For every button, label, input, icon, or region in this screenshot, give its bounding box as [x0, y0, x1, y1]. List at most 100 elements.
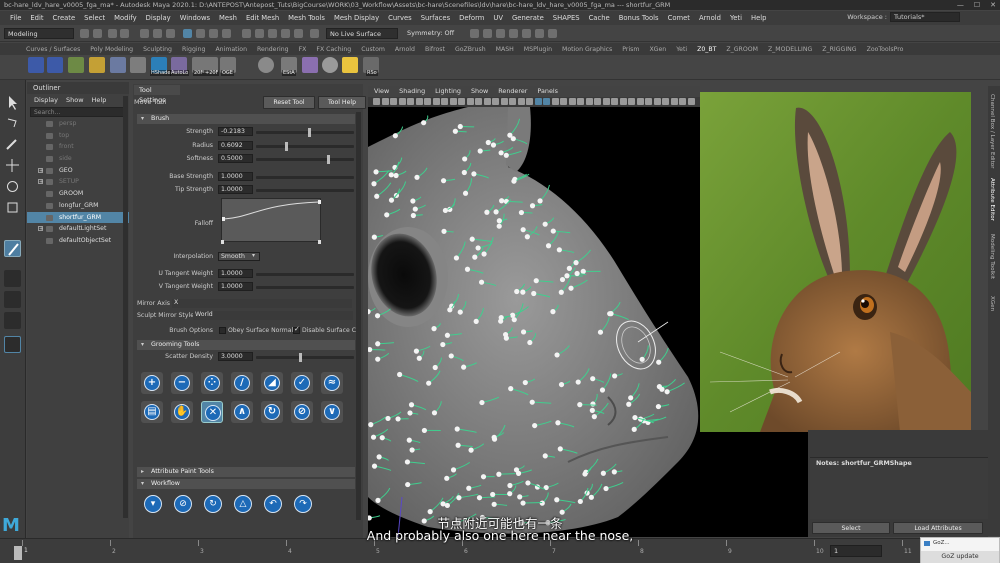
viewport-toolbar-icon[interactable] — [441, 98, 448, 105]
viewport-toolbar-icon[interactable] — [526, 98, 533, 105]
menu-shapes[interactable]: SHAPES — [553, 14, 580, 22]
expand-icon[interactable]: + — [38, 179, 43, 185]
attribute-paint-tools-section-header[interactable]: Attribute Paint Tools — [137, 467, 355, 477]
layout-four-icon[interactable] — [4, 291, 21, 308]
outliner-menu-help[interactable]: Help — [92, 94, 107, 106]
obey-surface-normal-checkbox[interactable] — [219, 327, 226, 334]
move-tool-icon[interactable] — [4, 157, 21, 174]
shelf-tab-yeti[interactable]: Yeti — [676, 44, 687, 55]
strength-slider[interactable] — [256, 128, 354, 137]
menu-create[interactable]: Create — [53, 14, 76, 22]
open-scene-icon[interactable] — [80, 29, 89, 38]
groom-brush-tool-icon[interactable] — [4, 240, 21, 257]
current-frame-field[interactable]: 1 — [830, 545, 882, 557]
minimize-button[interactable]: — — [957, 0, 964, 10]
workflow-section-header[interactable]: Workflow — [137, 479, 355, 489]
ipr-icon[interactable] — [496, 29, 505, 38]
outliner-item[interactable]: shortfur_GRM — [27, 211, 129, 224]
base-strength-field[interactable]: 1.0000 — [218, 172, 253, 181]
groom-tool-button[interactable]: ✕ — [201, 401, 223, 423]
outliner-item[interactable]: + SETUP — [27, 176, 129, 188]
shelf-tab-fx[interactable]: FX — [299, 44, 307, 55]
snap-grid-icon[interactable] — [242, 29, 251, 38]
menu-bonus-tools[interactable]: Bonus Tools — [619, 14, 659, 22]
layout-outliner-icon[interactable] — [4, 336, 21, 353]
viewport-toolbar-icon[interactable] — [594, 98, 601, 105]
menu-windows[interactable]: Windows — [180, 14, 210, 22]
select-object-icon[interactable] — [153, 29, 162, 38]
viewport-toolbar-icon[interactable] — [653, 98, 661, 105]
tip-strength-slider[interactable] — [256, 189, 354, 192]
v-tangent-field[interactable]: 1.0000 — [218, 282, 253, 291]
base-strength-slider[interactable] — [256, 176, 354, 179]
paint-select-icon[interactable] — [4, 136, 21, 153]
menu-yeti[interactable]: Yeti — [730, 14, 742, 22]
viewport-toolbar-icon[interactable] — [687, 98, 695, 105]
outliner-item[interactable]: side — [27, 153, 129, 165]
viewport-menu-show[interactable]: Show — [471, 86, 488, 97]
shelf-tab-motion-graphics[interactable]: Motion Graphics — [562, 44, 612, 55]
save-scene-icon[interactable] — [93, 29, 102, 38]
shelf-tab-z-rigging[interactable]: Z_RIGGING — [822, 44, 856, 55]
shelf-tab-animation[interactable]: Animation — [215, 44, 247, 55]
maximize-button[interactable]: ☐ — [974, 0, 980, 10]
viewport-toolbar-icon[interactable] — [551, 98, 559, 105]
shelf-tab-msplugin[interactable]: MSPlugin — [524, 44, 552, 55]
sphere-shelf-icon[interactable] — [302, 57, 318, 73]
viewport-toolbar-icon[interactable] — [568, 98, 576, 105]
menu-display[interactable]: Display — [146, 14, 171, 22]
menu-edit[interactable]: Edit — [30, 14, 43, 22]
outliner-item[interactable]: defaultObjectSet — [27, 235, 129, 247]
make-live-icon[interactable] — [310, 29, 319, 38]
symmetry-dropdown[interactable]: Symmetry: Off — [404, 28, 464, 39]
side-tab-xgen[interactable]: XGen — [989, 296, 995, 311]
viewport-toolbar-icon[interactable] — [662, 98, 669, 105]
menu-mesh-display[interactable]: Mesh Display — [334, 14, 379, 22]
material-shelf-icon[interactable] — [322, 57, 338, 73]
viewport-toolbar-icon[interactable] — [577, 98, 584, 105]
viewport-toolbar-icon[interactable] — [619, 98, 627, 105]
workflow-tool-icon[interactable]: ↻ — [204, 495, 222, 513]
shelf-tab-prism[interactable]: Prism — [622, 44, 639, 55]
outliner-menu-show[interactable]: Show — [66, 94, 84, 106]
groom-tool-button[interactable]: ↻ — [261, 401, 283, 423]
softness-field[interactable]: 0.5000 — [218, 154, 253, 163]
outliner-item[interactable]: top — [27, 130, 129, 142]
shelf-tab-z-groom[interactable]: Z_GROOM — [726, 44, 758, 55]
viewport-menu-lighting[interactable]: Lighting — [435, 86, 461, 97]
tip-strength-field[interactable]: 1.0000 — [218, 185, 253, 194]
viewport-toolbar-icon[interactable] — [398, 98, 406, 105]
shelf-tab-custom[interactable]: Custom — [361, 44, 385, 55]
falloff-key-start[interactable] — [221, 240, 224, 244]
viewport-toolbar-icon[interactable] — [475, 98, 482, 105]
render-icon[interactable] — [483, 29, 492, 38]
groom-tool-button[interactable]: ▤ — [141, 401, 163, 423]
save-shelf-icon[interactable] — [28, 57, 44, 73]
side-tab-modeling-toolkit[interactable]: Modeling Toolkit — [989, 234, 995, 279]
viewport-toolbar-icon[interactable] — [560, 98, 567, 105]
mirror-style-field[interactable]: World — [193, 311, 353, 320]
timeline-current-frame-marker[interactable] — [14, 546, 22, 560]
light-shelf-icon[interactable] — [342, 57, 358, 73]
expand-icon[interactable]: + — [38, 226, 43, 232]
tool-help-button[interactable]: Tool Help — [318, 96, 366, 109]
viewport-toolbar-icon[interactable] — [679, 98, 686, 105]
menu-mesh[interactable]: Mesh — [219, 14, 237, 22]
menu-file[interactable]: File — [10, 14, 21, 22]
viewport-toolbar-icon[interactable] — [407, 98, 414, 105]
snap-surface-icon[interactable] — [294, 29, 303, 38]
hypershade-icon[interactable] — [522, 29, 531, 38]
menu-mesh-tools[interactable]: Mesh Tools — [288, 14, 325, 22]
shelf-tab-z0-bt[interactable]: Z0_BT — [697, 44, 716, 55]
brush-section-header[interactable]: Brush — [137, 114, 355, 124]
mask-edge-icon[interactable] — [209, 29, 218, 38]
tool-settings-scrollbar[interactable] — [356, 112, 361, 520]
viewport-menu-panels[interactable]: Panels — [537, 86, 558, 97]
select-tool-icon[interactable] — [4, 94, 21, 111]
outliner-menu-display[interactable]: Display — [34, 94, 58, 106]
arnold-render-icon[interactable] — [535, 29, 544, 38]
gear-shelf-icon[interactable] — [130, 57, 146, 73]
menu-comet[interactable]: Comet — [668, 14, 690, 22]
shelf-tab-sculpting[interactable]: Sculpting — [143, 44, 172, 55]
strength-field[interactable]: -0.2183 — [218, 127, 253, 136]
